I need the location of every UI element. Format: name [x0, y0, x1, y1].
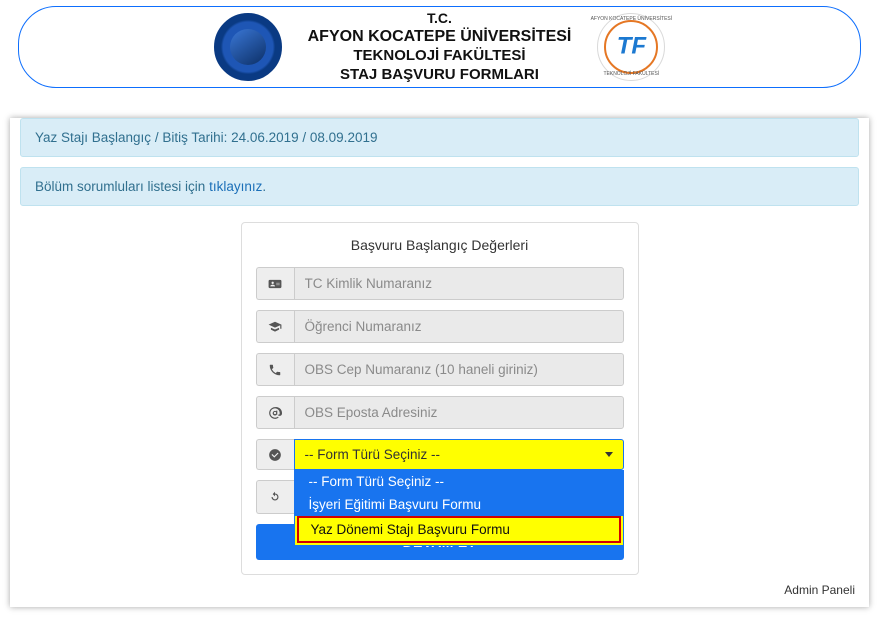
cep-group: [256, 353, 624, 386]
header-line-1: T.C.: [308, 10, 572, 28]
check-circle-icon: [256, 439, 294, 470]
phone-icon: [256, 353, 294, 386]
header-line-2: AFYON KOCATEPE ÜNİVERSİTESİ: [308, 27, 572, 47]
graduation-cap-icon: [256, 310, 294, 343]
at-icon: [256, 396, 294, 429]
admin-panel-link[interactable]: Admin Paneli: [10, 575, 869, 597]
eposta-group: [256, 396, 624, 429]
alert-dates: Yaz Stajı Başlangıç / Bitiş Tarihi: 24.0…: [20, 118, 859, 157]
faculty-logo: AFYON KOCATEPE ÜNİVERSİTESİ TF TEKNOLOJİ…: [597, 13, 665, 81]
eposta-input[interactable]: [294, 396, 624, 429]
header-line-3: TEKNOLOJİ FAKÜLTESİ: [308, 47, 572, 66]
ogrno-input[interactable]: [294, 310, 624, 343]
ogrno-group: [256, 310, 624, 343]
form-type-option-1[interactable]: İşyeri Eğitimi Başvuru Formu: [295, 493, 623, 516]
form-type-dropdown: -- Form Türü Seçiniz -- İşyeri Eğitimi B…: [294, 470, 624, 546]
form-title: Başvuru Başlangıç Değerleri: [242, 223, 638, 267]
alert-responsibles: Bölüm sorumluları listesi için tıklayını…: [20, 167, 859, 206]
university-logo: [214, 13, 282, 81]
header-banner: T.C. AFYON KOCATEPE ÜNİVERSİTESİ TEKNOLO…: [18, 6, 861, 88]
form-type-group: -- Form Türü Seçiniz -- -- Form Türü Seç…: [256, 439, 624, 470]
chevron-down-icon: [605, 452, 613, 457]
form-type-option-2[interactable]: Yaz Dönemi Stajı Başvuru Formu: [297, 516, 621, 543]
faculty-logo-top: AFYON KOCATEPE ÜNİVERSİTESİ: [591, 16, 673, 22]
alert-dates-text: Yaz Stajı Başlangıç / Bitiş Tarihi: 24.0…: [35, 130, 377, 145]
responsibles-link[interactable]: tıklayınız: [209, 179, 262, 194]
form-type-current: -- Form Türü Seçiniz --: [305, 447, 441, 462]
cep-input[interactable]: [294, 353, 624, 386]
faculty-logo-center: TF: [617, 32, 646, 60]
form-type-option-0[interactable]: -- Form Türü Seçiniz --: [295, 470, 623, 493]
header-line-4: STAJ BAŞVURU FORMLARI: [308, 66, 572, 85]
alert-responsibles-suffix: .: [262, 179, 266, 194]
tc-group: [256, 267, 624, 300]
tc-input[interactable]: [294, 267, 624, 300]
id-card-icon: [256, 267, 294, 300]
refresh-icon: [256, 480, 294, 514]
form-card: Başvuru Başlangıç Değerleri: [241, 222, 639, 575]
alert-responsibles-prefix: Bölüm sorumluları listesi için: [35, 179, 209, 194]
form-type-select[interactable]: -- Form Türü Seçiniz --: [294, 439, 624, 470]
faculty-logo-bottom: TEKNOLOJİ FAKÜLTESİ: [603, 71, 659, 77]
header-titles: T.C. AFYON KOCATEPE ÜNİVERSİTESİ TEKNOLO…: [308, 10, 572, 85]
page-panel: Yaz Stajı Başlangıç / Bitiş Tarihi: 24.0…: [10, 118, 869, 607]
